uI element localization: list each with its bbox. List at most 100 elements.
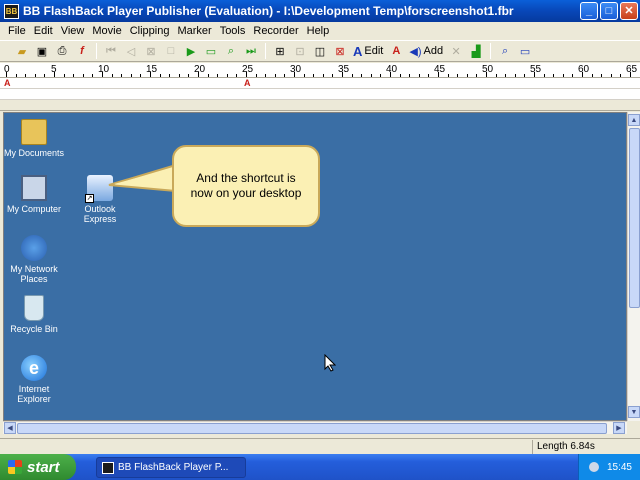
ruler-tick xyxy=(198,72,199,77)
ruler-tick xyxy=(342,72,343,77)
window-view-icon[interactable]: ▭ xyxy=(515,42,535,60)
ruler-tick xyxy=(428,74,430,77)
scroll-left-icon[interactable]: ◀ xyxy=(4,422,16,434)
desktop-icon-label: Recycle Bin xyxy=(10,324,58,334)
ruler-tick xyxy=(25,74,27,77)
edit-text-button[interactable]: A Edit xyxy=(350,42,386,60)
taskbar-app-label: BB FlashBack Player P... xyxy=(118,462,229,473)
add-label: Add xyxy=(423,45,444,57)
marker-track[interactable]: A A xyxy=(0,78,640,89)
menu-recorder[interactable]: Recorder xyxy=(249,25,302,37)
recording-frame[interactable]: My Documents My Computer My Network Plac… xyxy=(3,112,627,421)
go-start-icon[interactable]: ⏮ xyxy=(101,42,121,60)
marker-a-icon[interactable]: A xyxy=(244,78,251,88)
ruler-tick xyxy=(476,74,478,77)
vertical-scroll-thumb[interactable] xyxy=(629,128,640,308)
desktop-icon-label: My Network Places xyxy=(10,264,58,284)
ruler-tick xyxy=(82,74,84,77)
delete-text-icon[interactable]: A xyxy=(386,42,406,60)
ruler-tick xyxy=(351,74,353,77)
menu-help[interactable]: Help xyxy=(303,25,334,37)
vertical-scrollbar[interactable]: ▲ ▼ xyxy=(627,112,640,421)
ruler-tick xyxy=(140,74,142,77)
ruler-tick xyxy=(514,74,516,77)
open-folder-icon[interactable]: ▰ xyxy=(12,42,32,60)
taskbar: start BB FlashBack Player P... 15:45 xyxy=(0,454,640,480)
ruler-tick xyxy=(111,74,113,77)
sound-levels-icon[interactable]: ▟ xyxy=(466,42,486,60)
print-icon[interactable]: ⎙ xyxy=(52,42,72,60)
desktop-icon-recycle-bin[interactable]: Recycle Bin xyxy=(4,295,66,334)
title-bar[interactable]: BB BB FlashBack Player Publisher (Evalua… xyxy=(0,0,640,22)
ruler-tick xyxy=(188,74,190,77)
ruler-tick xyxy=(534,72,535,77)
menu-edit[interactable]: Edit xyxy=(30,25,57,37)
go-end-icon[interactable]: ⏭ xyxy=(241,42,261,60)
app-icon xyxy=(102,461,114,474)
callout-bubble[interactable]: And the shortcut is now on your desktop xyxy=(172,145,320,227)
scroll-down-icon[interactable]: ▼ xyxy=(628,406,640,418)
close-button[interactable]: ✕ xyxy=(620,2,638,20)
ruler-tick xyxy=(332,74,334,77)
scroll-up-icon[interactable]: ▲ xyxy=(628,114,640,126)
delete-sound-icon[interactable]: ✕ xyxy=(446,42,466,60)
ruler-tick xyxy=(217,74,219,77)
menu-clipping[interactable]: Clipping xyxy=(126,25,174,37)
menu-movie[interactable]: Movie xyxy=(88,25,125,37)
rewind-icon[interactable]: ⊠ xyxy=(141,42,161,60)
play-selection-icon[interactable]: ▭ xyxy=(201,42,221,60)
ruler-tick xyxy=(399,74,401,77)
ruler-label: 50 xyxy=(482,64,494,75)
ruler-tick xyxy=(303,74,305,77)
play-icon[interactable]: ▶ xyxy=(181,42,201,60)
save-icon[interactable]: ▣ xyxy=(32,42,52,60)
windows-flag-icon xyxy=(8,460,22,474)
ruler-tick xyxy=(150,72,151,77)
ruler-tick xyxy=(226,74,228,77)
insert-frame-icon[interactable]: ⊞ xyxy=(270,42,290,60)
zoom-play-icon[interactable]: ⌕ xyxy=(221,42,241,60)
ruler-tick xyxy=(466,74,468,77)
timeline-ruler[interactable]: 0 5 10 15 20 25 30 35 40 45 50 55 60 65 xyxy=(0,63,640,78)
desktop-icon-internet-explorer[interactable]: e Internet Explorer xyxy=(4,355,66,404)
event-track[interactable] xyxy=(0,89,640,100)
ruler-label: 45 xyxy=(434,64,446,75)
horizontal-scrollbar[interactable]: ◀ ▶ xyxy=(3,421,627,434)
menu-marker[interactable]: Marker xyxy=(173,25,215,37)
ruler-tick xyxy=(294,72,295,77)
status-bar: Length 6.84s xyxy=(0,438,640,454)
delete-frame-icon[interactable]: ⊠ xyxy=(330,42,350,60)
ruler-tick xyxy=(380,74,382,77)
minimize-button[interactable]: _ xyxy=(580,2,598,20)
flash-export-icon[interactable]: f xyxy=(72,42,92,60)
ruler-tick xyxy=(418,74,420,77)
ruler-tick xyxy=(620,74,622,77)
menu-file[interactable]: File xyxy=(4,25,30,37)
stop-icon[interactable]: □ xyxy=(161,42,181,60)
scroll-right-icon[interactable]: ▶ xyxy=(613,422,625,434)
horizontal-scroll-thumb[interactable] xyxy=(17,423,607,434)
clock: 15:45 xyxy=(606,461,632,473)
ruler-tick xyxy=(322,74,324,77)
taskbar-app-button[interactable]: BB FlashBack Player P... xyxy=(96,457,246,478)
tray-app-icon[interactable] xyxy=(588,462,599,472)
add-sound-button[interactable]: ◀) Add xyxy=(406,42,446,60)
prev-frame-icon[interactable]: ◁ xyxy=(121,42,141,60)
cut-frame-icon[interactable]: ⊡ xyxy=(290,42,310,60)
text-a-icon: A xyxy=(353,43,363,59)
ruler-tick xyxy=(409,74,411,77)
ruler-tick xyxy=(457,74,459,77)
maximize-button[interactable]: □ xyxy=(600,2,618,20)
menu-tools[interactable]: Tools xyxy=(216,25,250,37)
timeline-scrollbar[interactable] xyxy=(0,101,640,111)
ruler-tick xyxy=(505,74,507,77)
ruler-tick xyxy=(486,72,487,77)
start-button[interactable]: start xyxy=(0,454,76,480)
marker-a-icon[interactable]: A xyxy=(4,78,11,88)
desktop-icon-network[interactable]: My Network Places xyxy=(4,235,66,284)
menu-view[interactable]: View xyxy=(57,25,89,37)
zoom-icon[interactable]: ⌕ xyxy=(495,42,515,60)
split-icon[interactable]: ◫ xyxy=(310,42,330,60)
ruler-tick xyxy=(6,72,7,77)
ruler-tick xyxy=(102,72,103,77)
